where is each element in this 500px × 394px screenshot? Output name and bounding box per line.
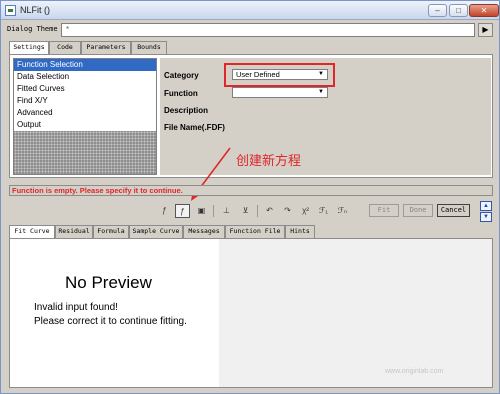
fit-button[interactable]: Fit: [369, 204, 399, 217]
tab-messages[interactable]: Messages: [183, 225, 225, 238]
status-bar: Function is empty. Please specify it to …: [9, 185, 493, 196]
tab-residual[interactable]: Residual: [55, 225, 93, 238]
new-function-icon[interactable]: ƒ: [157, 204, 172, 218]
collapse-down-button[interactable]: ▼: [480, 212, 492, 222]
preview-tab-strip: Fit Curve Residual Formula Sample Curve …: [9, 225, 329, 239]
fit-toolbar: ƒ ƒ ▣ ⊥ ⊻ ↶ ↷ χ² ℱ₁ ℱₙ Fit Done Cancel ▲…: [1, 201, 499, 223]
preview-side-area: [219, 239, 492, 387]
tab-fit-curve[interactable]: Fit Curve: [9, 225, 55, 239]
param-initial-icon[interactable]: ⊥: [219, 204, 234, 218]
preview-message-line2: Please correct it to continue fitting.: [34, 316, 187, 327]
done-button[interactable]: Done: [403, 204, 433, 217]
toolbar-separator: [213, 205, 214, 217]
redo-icon[interactable]: ↷: [280, 204, 295, 218]
param-fix-icon[interactable]: ⊻: [238, 204, 253, 218]
nlfit-window: NLFit () – □ ✕ Dialog Theme * ▶ Settings…: [0, 0, 500, 394]
tab-function-file[interactable]: Function File: [225, 225, 285, 238]
cancel-button[interactable]: Cancel: [437, 204, 470, 217]
toolbar-separator: [257, 205, 258, 217]
watermark: www.originlab.com: [385, 368, 444, 375]
tab-sample-curve[interactable]: Sample Curve: [129, 225, 183, 238]
iterate-many-icon[interactable]: ℱₙ: [335, 204, 350, 218]
fit-curve-preview: No Preview Invalid input found! Please c…: [9, 238, 493, 388]
undo-icon[interactable]: ↶: [262, 204, 277, 218]
iterate-1-icon[interactable]: ℱ₁: [316, 204, 331, 218]
status-message: Function is empty. Please specify it to …: [12, 186, 183, 195]
preview-message-line1: Invalid input found!: [34, 302, 118, 313]
expand-up-button[interactable]: ▲: [480, 201, 492, 211]
preview-title: No Preview: [65, 273, 152, 292]
tab-hints[interactable]: Hints: [285, 225, 315, 238]
tab-formula[interactable]: Formula: [93, 225, 129, 238]
chi-square-icon[interactable]: χ²: [298, 204, 313, 218]
create-function-icon[interactable]: ƒ: [175, 204, 190, 218]
save-function-icon[interactable]: ▣: [194, 204, 209, 218]
